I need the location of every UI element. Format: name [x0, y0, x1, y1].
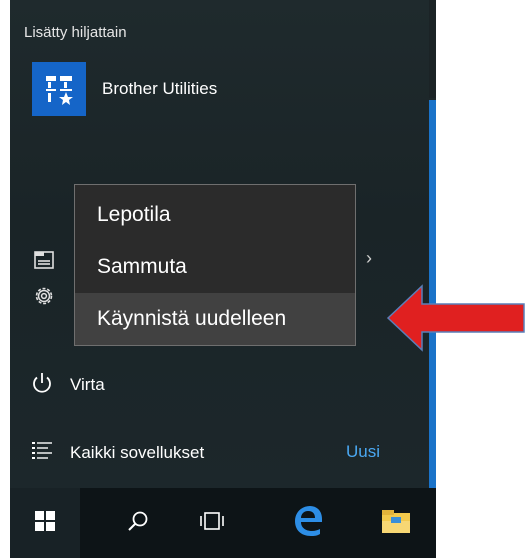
power-icon [30, 371, 54, 400]
chevron-right-icon[interactable]: › [366, 248, 372, 269]
start-button[interactable] [10, 488, 80, 558]
menu-item-sleep[interactable]: Lepotila [75, 189, 355, 241]
app-label: Brother Utilities [102, 79, 218, 98]
task-view-button[interactable] [182, 488, 242, 558]
folder-icon[interactable] [30, 246, 58, 274]
edge-browser-icon [292, 505, 324, 542]
file-explorer-icon [380, 507, 412, 540]
taskbar [10, 488, 436, 558]
menu-item-label: Käynnistä uudelleen [97, 307, 287, 330]
windows-logo-icon [34, 510, 56, 537]
power-context-menu: Lepotila Sammuta Käynnistä uudelleen [74, 184, 356, 346]
menu-item-label: Sammuta [97, 255, 187, 278]
menu-item-shutdown[interactable]: Sammuta [75, 241, 355, 293]
gear-icon[interactable] [30, 282, 58, 310]
menu-item-restart[interactable]: Käynnistä uudelleen [75, 293, 355, 345]
recent-section-header: Lisätty hiljattain [24, 24, 127, 41]
brother-utilities-icon [32, 62, 86, 116]
all-apps-label: Kaikki sovellukset [70, 443, 205, 462]
edge-button[interactable] [278, 488, 338, 558]
file-explorer-button[interactable] [366, 488, 426, 558]
search-icon [126, 509, 150, 538]
tile-area-edge [429, 0, 436, 98]
app-brother-utilities[interactable]: Brother Utilities [32, 62, 412, 116]
list-icon [30, 439, 54, 468]
power-label: Virta [70, 375, 105, 394]
new-badge: Uusi [346, 442, 381, 461]
menu-item-label: Lepotila [97, 203, 171, 226]
power-button[interactable]: Virta [30, 370, 410, 400]
search-button[interactable] [108, 488, 168, 558]
task-view-icon [198, 510, 226, 537]
red-arrow-icon [384, 282, 528, 359]
